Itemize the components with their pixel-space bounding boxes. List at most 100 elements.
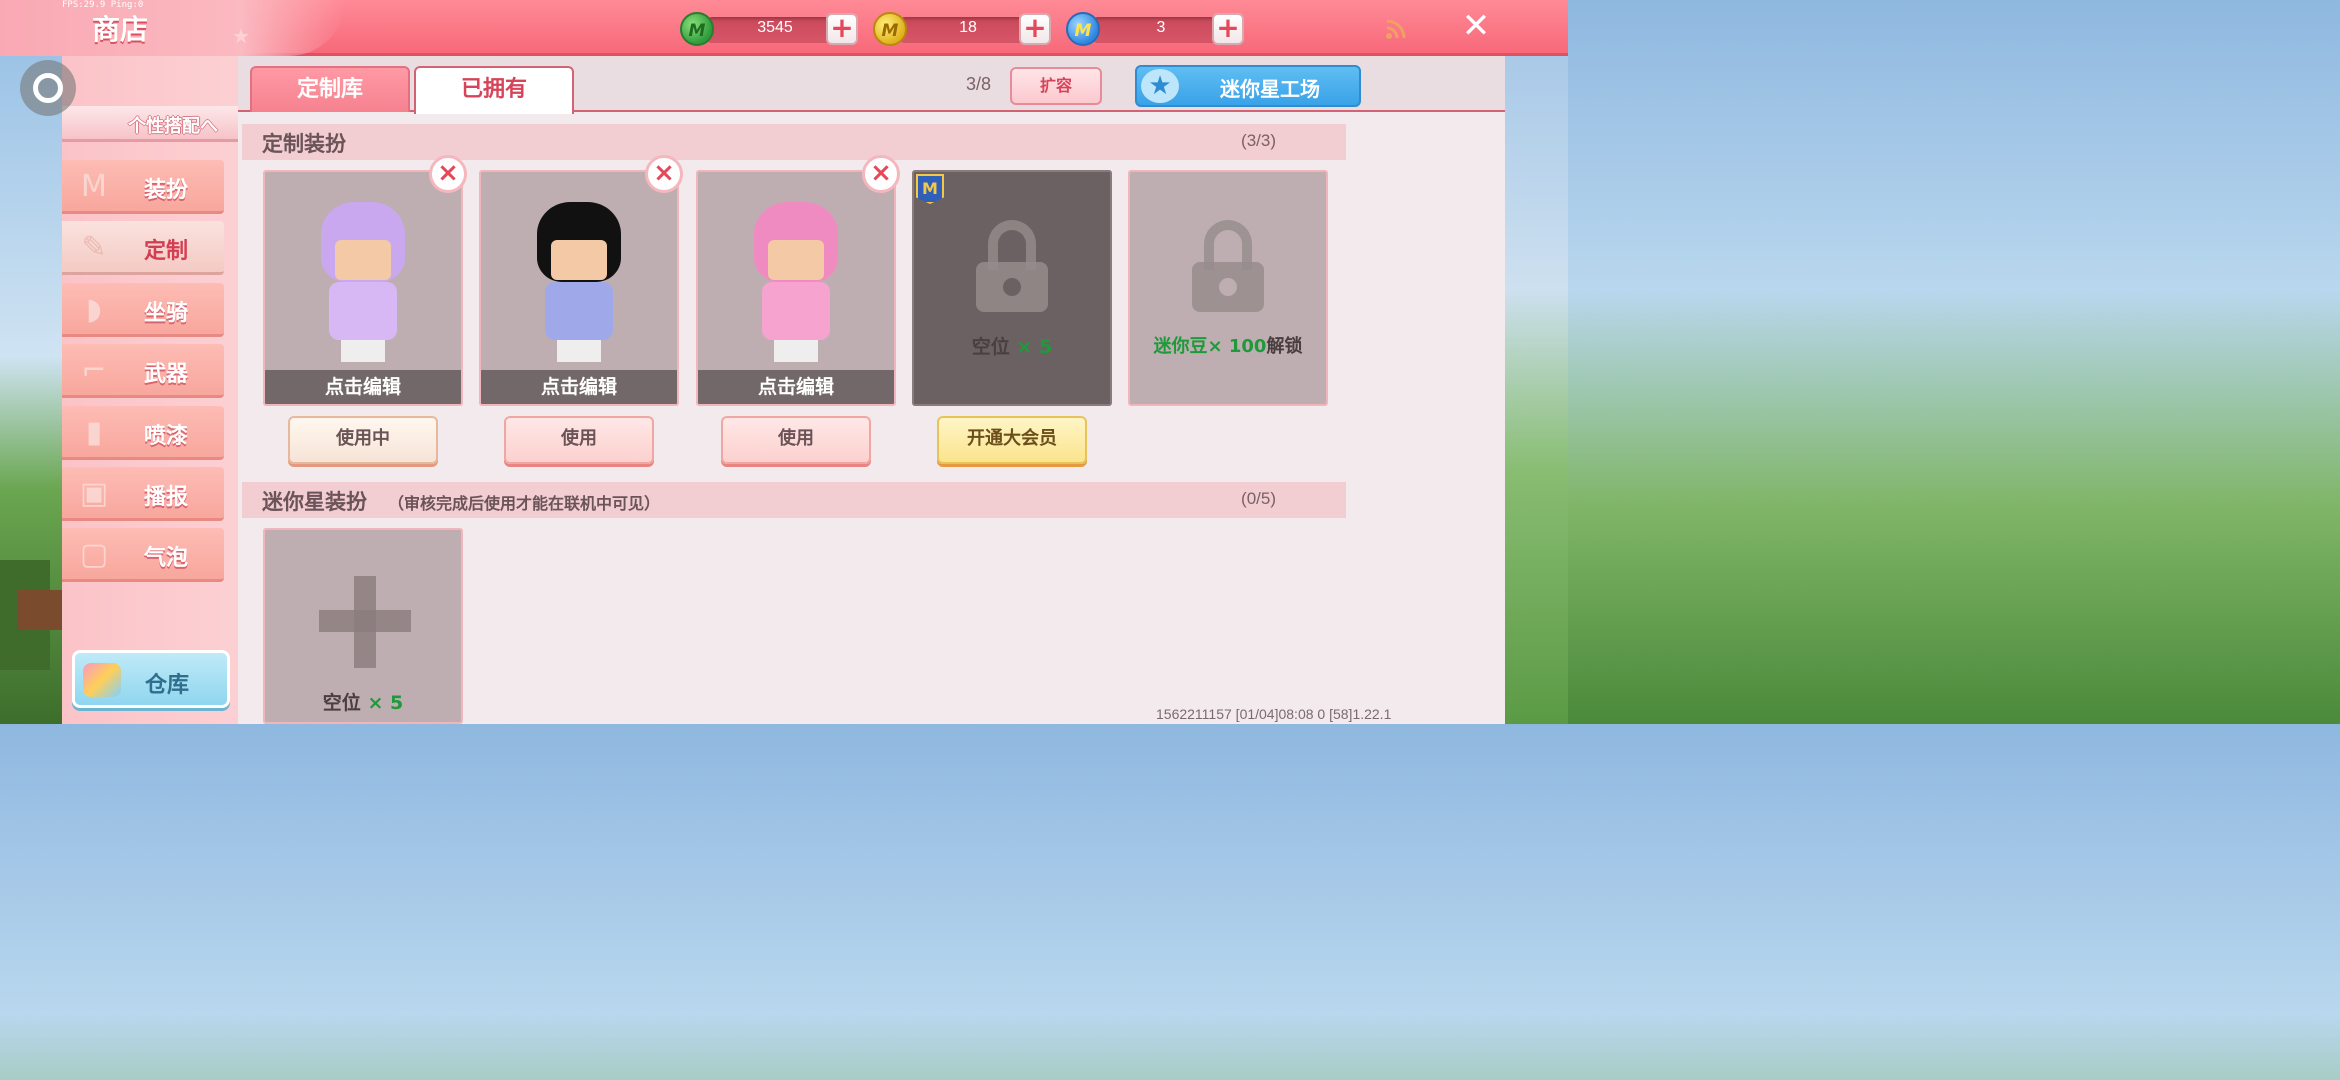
rss-icon[interactable] bbox=[1385, 18, 1407, 40]
avatar-outfit bbox=[762, 282, 830, 340]
palette-icon: ✎ bbox=[81, 230, 107, 265]
add-outfit-slot[interactable]: 空位 × 5 bbox=[263, 528, 463, 724]
slot-label: 空位 bbox=[971, 336, 1010, 358]
warehouse-icon bbox=[83, 663, 121, 697]
use-button[interactable]: 使用 bbox=[504, 416, 654, 464]
unlock-currency: 迷你豆 bbox=[1153, 336, 1208, 357]
slot-count: × 5 bbox=[1016, 336, 1053, 358]
green-mini-coin-icon: M bbox=[680, 12, 714, 46]
edit-label[interactable]: 点击编辑 bbox=[265, 370, 461, 404]
tab-bar: 定制库 已拥有 3/8 扩容 ★ 迷你星工场 bbox=[238, 56, 1505, 114]
sidebar: 个性搭配へ M 装扮 ✎ 定制 ◗ 坐骑 ⌐ 武器 ▮ 喷漆 ▣ 播报 ▢ 气泡… bbox=[62, 56, 300, 724]
avatar-outfit bbox=[545, 282, 613, 340]
sidebar-group-label: 个性搭配へ bbox=[128, 116, 218, 137]
add-currency-button[interactable]: + bbox=[1019, 13, 1051, 45]
capacity-count: 3/8 bbox=[966, 74, 992, 94]
section-count: (3/3) bbox=[1241, 131, 1276, 150]
expand-button[interactable]: 扩容 bbox=[1010, 67, 1102, 105]
slot-text: 空位 × 5 bbox=[914, 332, 1110, 359]
sidebar-item-weapon[interactable]: ⌐ 武器 bbox=[62, 344, 224, 398]
mount-icon: ◗ bbox=[86, 292, 102, 327]
section-note: （审核完成后使用才能在联机中可见） bbox=[388, 494, 661, 513]
add-currency-button[interactable]: + bbox=[1212, 13, 1244, 45]
delete-icon[interactable]: × bbox=[862, 155, 900, 193]
shirt-icon: M bbox=[81, 169, 107, 204]
unlock-amount: × 100 bbox=[1207, 336, 1267, 357]
avatar-face bbox=[335, 240, 391, 280]
footer-info: 1562211157 [01/04]08:08 0 [58]1.22.1 bbox=[1156, 706, 1392, 722]
avatar-outfit bbox=[329, 282, 397, 340]
edit-label[interactable]: 点击编辑 bbox=[698, 370, 894, 404]
plus-icon bbox=[354, 576, 376, 668]
tab-custom-library[interactable]: 定制库 bbox=[250, 66, 410, 112]
avatar-face bbox=[551, 240, 607, 280]
in-use-button[interactable]: 使用中 bbox=[288, 416, 438, 464]
sidebar-item-label: 定制 bbox=[144, 239, 189, 264]
warehouse-button[interactable]: 仓库 bbox=[72, 650, 230, 708]
avatar-preview bbox=[736, 194, 856, 362]
star-decoration-icon: ★ bbox=[232, 24, 250, 48]
currency-value: 3545 bbox=[757, 19, 793, 36]
add-currency-button[interactable]: + bbox=[826, 13, 858, 45]
open-vip-button[interactable]: 开通大会员 bbox=[937, 416, 1087, 464]
vip-slot-card[interactable]: M 空位 × 5 bbox=[912, 170, 1112, 406]
use-button[interactable]: 使用 bbox=[721, 416, 871, 464]
sidebar-item-spray[interactable]: ▮ 喷漆 bbox=[62, 406, 224, 460]
close-button[interactable]: ✕ bbox=[1460, 9, 1492, 44]
delete-icon[interactable]: × bbox=[429, 155, 467, 193]
delete-icon[interactable]: × bbox=[645, 155, 683, 193]
sidebar-item-label: 装扮 bbox=[144, 178, 189, 203]
sidebar-item-label: 坐骑 bbox=[144, 301, 189, 326]
sidebar-item-outfit[interactable]: M 装扮 bbox=[62, 160, 224, 214]
outfit-card[interactable]: 点击编辑 bbox=[479, 170, 679, 406]
slot-text: 空位 × 5 bbox=[265, 688, 461, 715]
tab-owned[interactable]: 已拥有 bbox=[414, 66, 574, 114]
section-title: 迷你星装扮 bbox=[262, 490, 367, 514]
avatar-face bbox=[768, 240, 824, 280]
sidebar-item-mount[interactable]: ◗ 坐骑 bbox=[62, 283, 224, 337]
section-count: (0/5) bbox=[1241, 489, 1276, 508]
sidebar-item-broadcast[interactable]: ▣ 播报 bbox=[62, 467, 224, 521]
blue-mini-coin-icon: M bbox=[1066, 12, 1100, 46]
sidebar-item-label: 气泡 bbox=[144, 546, 189, 571]
sidebar-item-bubble[interactable]: ▢ 气泡 bbox=[62, 528, 224, 582]
avatar-legs bbox=[557, 340, 601, 362]
slot-label: 空位 bbox=[322, 692, 361, 714]
outfit-card[interactable]: 点击编辑 bbox=[696, 170, 896, 406]
sidebar-item-label: 播报 bbox=[144, 485, 189, 510]
currency-value: 3 bbox=[1156, 19, 1166, 36]
main-panel: 定制库 已拥有 3/8 扩容 ★ 迷你星工场 定制装扮 (3/3) 点击编辑 ×… bbox=[238, 56, 1505, 724]
avatar-preview bbox=[303, 194, 423, 362]
bubble-box-icon: ▢ bbox=[79, 537, 109, 572]
warehouse-label: 仓库 bbox=[145, 673, 190, 698]
title-area bbox=[0, 0, 345, 56]
broadcast-box-icon: ▣ bbox=[79, 476, 109, 511]
unlock-action: 解锁 bbox=[1266, 336, 1303, 357]
gun-icon: ⌐ bbox=[81, 353, 107, 388]
sidebar-item-label: 武器 bbox=[144, 362, 189, 387]
gold-coin-icon: M bbox=[873, 12, 907, 46]
top-bar: FPS:29.9 Ping:0 商店 ★ M 3545 + M 18 + M 3… bbox=[0, 0, 1568, 56]
background-block bbox=[18, 590, 62, 630]
star-icon: ★ bbox=[1141, 69, 1179, 103]
vip-badge-icon: M bbox=[916, 174, 944, 204]
sidebar-item-label: 喷漆 bbox=[144, 424, 189, 449]
page-title: 商店 bbox=[92, 13, 149, 46]
lock-icon bbox=[976, 220, 1048, 312]
locked-slot-card[interactable]: 迷你豆× 100解锁 bbox=[1128, 170, 1328, 406]
lock-icon bbox=[1192, 220, 1264, 312]
outfit-card[interactable]: 点击编辑 bbox=[263, 170, 463, 406]
workshop-button[interactable]: ★ 迷你星工场 bbox=[1135, 65, 1361, 107]
edit-label[interactable]: 点击编辑 bbox=[481, 370, 677, 404]
section-header-star: 迷你星装扮 （审核完成后使用才能在联机中可见） (0/5) bbox=[242, 482, 1346, 518]
currency-value: 18 bbox=[959, 19, 977, 36]
unlock-text: 迷你豆× 100解锁 bbox=[1130, 332, 1326, 358]
avatar-preview bbox=[519, 194, 639, 362]
slot-count: × 5 bbox=[367, 692, 404, 714]
workshop-label: 迷你星工场 bbox=[1220, 77, 1320, 101]
sidebar-group-header[interactable]: 个性搭配へ bbox=[62, 106, 238, 142]
sidebar-item-custom[interactable]: ✎ 定制 bbox=[62, 221, 224, 275]
floating-assist-button[interactable] bbox=[20, 60, 76, 116]
section-title: 定制装扮 bbox=[262, 132, 346, 156]
avatar-legs bbox=[774, 340, 818, 362]
